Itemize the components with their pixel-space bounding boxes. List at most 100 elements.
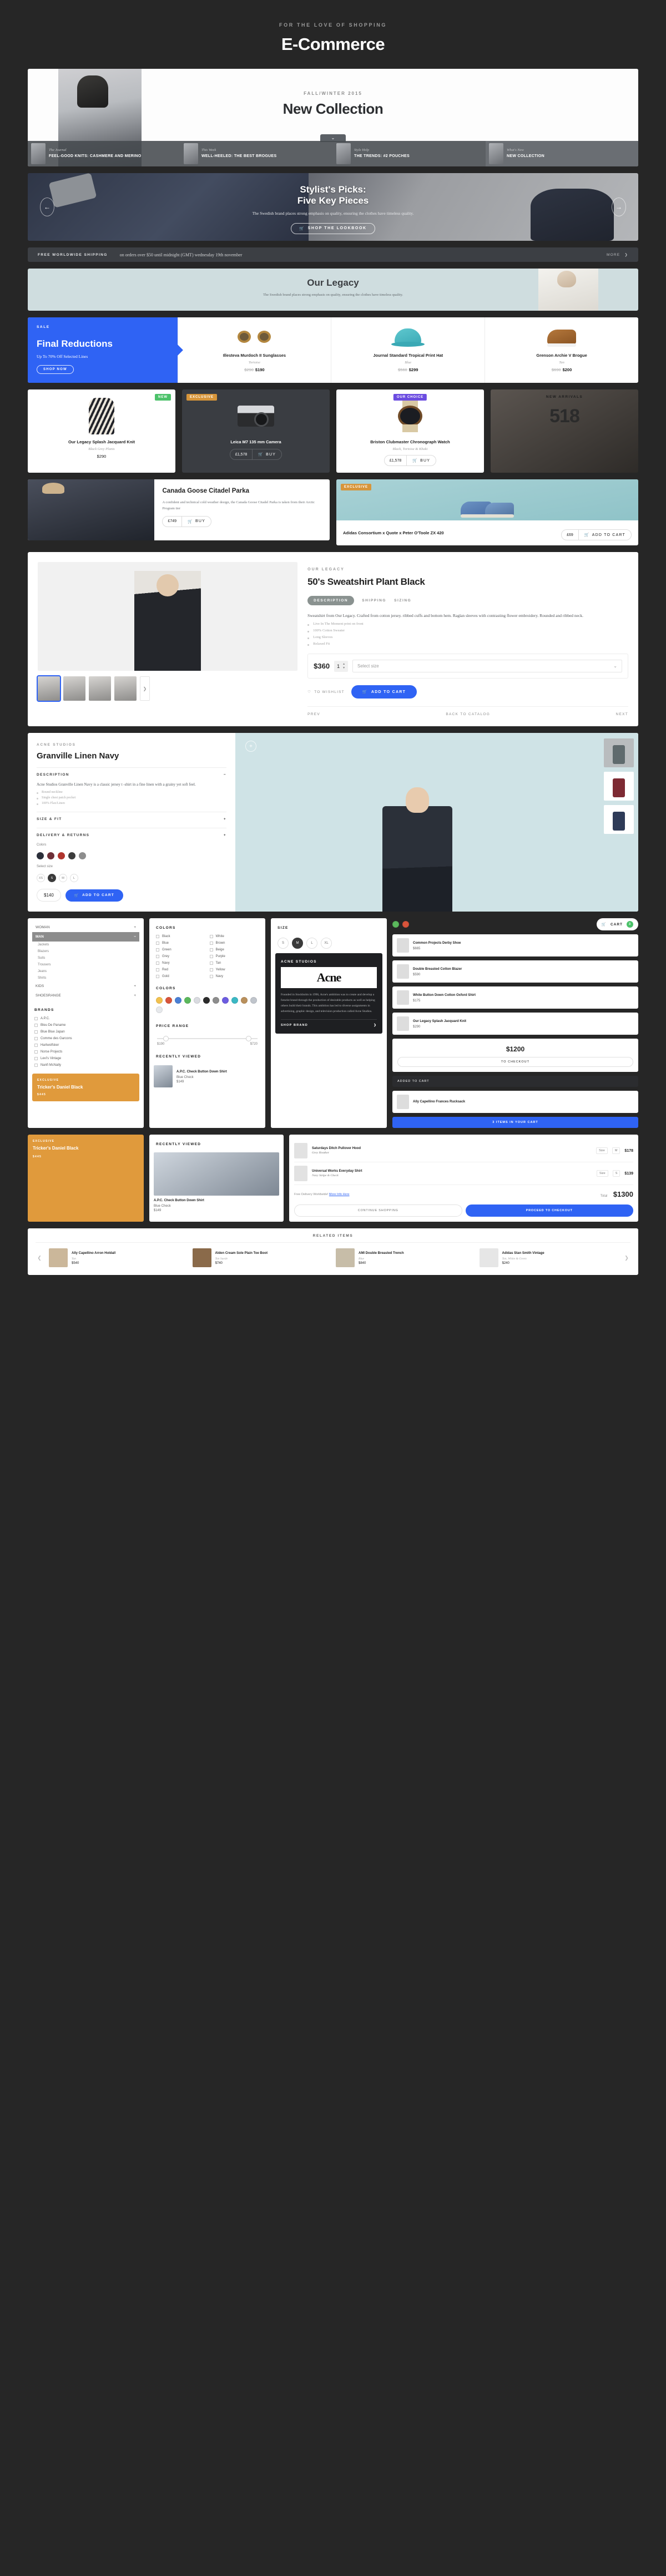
feature-parka-card[interactable]: Canada Goose Citadel Parka A confident a… bbox=[28, 479, 330, 541]
detail-thumb-2[interactable] bbox=[89, 676, 111, 701]
color-check[interactable]: Yellow bbox=[208, 966, 261, 973]
color-check[interactable]: Tan bbox=[208, 960, 261, 966]
cart-mini-item[interactable]: Double Breasted Cotton Blazer $590 bbox=[392, 960, 638, 983]
shop-brand-button[interactable]: SHOP BRAND ❯ bbox=[281, 1019, 377, 1027]
detail2-delivery-header[interactable]: DELIVERY & RETURNS + bbox=[37, 828, 226, 837]
cart-row-size[interactable]: M bbox=[612, 1147, 620, 1155]
detail2-thumb-0[interactable] bbox=[604, 738, 634, 768]
size-select[interactable]: Select size ⌄ bbox=[352, 660, 622, 673]
size-button-s[interactable]: S bbox=[48, 874, 56, 883]
filter-shoes[interactable]: SHOESRANGE + bbox=[32, 991, 139, 1000]
hero-card-0[interactable]: The Journal FEEL-GOOD KNITS: CASHMERE AN… bbox=[28, 141, 180, 166]
brand-check[interactable]: Comme des Garcons bbox=[32, 1035, 139, 1042]
promo-tricker-card[interactable]: EXCLUSIVE Tricker's Daniel Black $445 bbox=[28, 1135, 144, 1222]
cart-button[interactable]: 🛒 CART 3 bbox=[596, 918, 638, 931]
buy-pill[interactable]: £1,578 🛒 BUY bbox=[384, 455, 437, 467]
color-check[interactable]: Grey bbox=[154, 953, 208, 960]
palette-dot[interactable] bbox=[222, 997, 229, 1004]
color-check[interactable]: Black bbox=[154, 933, 208, 940]
promo-card[interactable]: EXCLUSIVE Tricker's Daniel Black $445 bbox=[32, 1074, 139, 1101]
product-card-watch[interactable]: OUR CHOICE Briston Clubmaster Chronograp… bbox=[336, 389, 484, 473]
color-swatch[interactable] bbox=[79, 852, 86, 860]
color-check[interactable]: Navy bbox=[154, 960, 208, 966]
product-card-camera[interactable]: EXCLUSIVE Leica M7 135 mm Camera £1,578 … bbox=[182, 389, 330, 473]
shop-lookbook-button[interactable]: 🛒 SHOP THE LOOKBOOK bbox=[291, 222, 375, 234]
color-swatch[interactable] bbox=[47, 852, 54, 860]
product-card-new-arrivals[interactable]: NEW ARRIVALS 518 bbox=[491, 389, 638, 473]
shipping-more-link[interactable]: MORE ❯ bbox=[607, 252, 628, 257]
related-next-icon[interactable]: ❯ bbox=[623, 1255, 630, 1261]
size-button-s[interactable]: S bbox=[278, 938, 289, 949]
color-check[interactable]: Navy bbox=[208, 973, 261, 980]
hero-card-1[interactable]: This Week WELL-HEELED: THE BEST BROGUES bbox=[180, 141, 333, 166]
size-button-m[interactable]: M bbox=[292, 938, 303, 949]
detail2-description-header[interactable]: DESCRIPTION − bbox=[37, 767, 226, 777]
detail2-thumb-1[interactable] bbox=[604, 772, 634, 801]
prev-product-link[interactable]: PREV bbox=[307, 712, 320, 716]
brand-check[interactable]: Norse Projects bbox=[32, 1049, 139, 1055]
view-cart-button[interactable]: 3 ITEMS IN YOUR CART bbox=[392, 1117, 638, 1128]
filter-man-sub[interactable]: Trousers bbox=[32, 961, 139, 968]
related-item[interactable]: Adidas Stan Smith Vintage Tan, White & G… bbox=[479, 1248, 618, 1268]
detail-main-image[interactable] bbox=[38, 562, 298, 671]
delivery-more-link[interactable]: More Info Here bbox=[329, 1193, 350, 1196]
back-to-catalog-link[interactable]: BACK TO CATALOG bbox=[446, 712, 490, 716]
quantity-stepper[interactable]: 1 ▲ ▼ bbox=[334, 660, 349, 672]
palette-dot[interactable] bbox=[231, 997, 238, 1004]
parka-buy-pill[interactable]: £749 🛒 BUY bbox=[162, 515, 211, 527]
buy-pill[interactable]: £1,578 🛒 BUY bbox=[229, 449, 282, 460]
proceed-to-checkout-button[interactable]: PROCEED TO CHECKOUT bbox=[465, 1205, 633, 1217]
color-check[interactable]: Gold bbox=[154, 973, 208, 980]
size-button-xl[interactable]: XL bbox=[321, 938, 332, 949]
color-check[interactable]: Brown bbox=[208, 940, 261, 947]
sale-product-2[interactable]: Grenson Archie V Brogue Tan $690 $200 bbox=[485, 317, 638, 383]
related-item[interactable]: AMI Double Breasted Trench Blue $840 bbox=[336, 1248, 474, 1268]
palette-dot[interactable] bbox=[156, 997, 163, 1004]
adidas-buy-pill[interactable]: £69 🛒 ADD TO CART bbox=[561, 529, 632, 541]
filter-man[interactable]: MAN − bbox=[32, 932, 139, 942]
color-check[interactable]: Purple bbox=[208, 953, 261, 960]
tab-shipping[interactable]: SHIPPING bbox=[362, 599, 386, 603]
palette-dot[interactable] bbox=[156, 1006, 163, 1014]
cart-mini-item[interactable]: Our Legacy Splash Jacquard Knit $290 bbox=[392, 1013, 638, 1035]
color-check[interactable]: White bbox=[208, 933, 261, 940]
tab-description[interactable]: DESCRIPTION bbox=[307, 595, 355, 605]
price-range-slider[interactable] bbox=[157, 1036, 258, 1042]
filter-man-sub[interactable]: Jeans bbox=[32, 968, 139, 975]
hero-card-2[interactable]: Style Help THE TRENDS: #2 POUCHES bbox=[333, 141, 486, 166]
size-button-m[interactable]: M bbox=[59, 874, 67, 883]
brand-check[interactable]: Bleu De Paname bbox=[32, 1022, 139, 1029]
palette-dot[interactable] bbox=[165, 997, 172, 1004]
filter-man-sub[interactable]: Shirts bbox=[32, 975, 139, 981]
color-swatch[interactable] bbox=[68, 852, 75, 860]
palette-dot[interactable] bbox=[241, 997, 248, 1004]
detail-thumb-0[interactable] bbox=[37, 675, 61, 702]
related-item[interactable]: Alden Cream Sole Plain Toe Boot Tan Sued… bbox=[192, 1248, 331, 1268]
sale-promo-panel[interactable]: SALE Final Reductions Up To 70% Off Sele… bbox=[28, 317, 178, 383]
sale-product-1[interactable]: Journal Standard Tropical Print Hat Blue… bbox=[331, 317, 485, 383]
wishlist-button[interactable]: ♡ TO WISHLIST bbox=[307, 690, 345, 695]
brand-check[interactable]: Hartwolfsker bbox=[32, 1042, 139, 1049]
feature-adidas-card[interactable]: EXCLUSIVE Adidas Consortium x Quote x Pe… bbox=[336, 479, 638, 546]
color-check[interactable]: Blue bbox=[154, 940, 208, 947]
add-to-cart-button[interactable]: 🛒 ADD TO CART bbox=[351, 685, 417, 699]
palette-dot[interactable] bbox=[213, 997, 219, 1004]
brand-check[interactable]: Blue Blue Japan bbox=[32, 1029, 139, 1035]
size-button-l[interactable]: L bbox=[306, 938, 317, 949]
detail2-main-image[interactable]: + bbox=[235, 733, 599, 912]
sale-product-0[interactable]: Illesteva Murdoch II Sunglasses Tortoise… bbox=[177, 317, 331, 383]
color-check[interactable]: Beige bbox=[208, 947, 261, 953]
recent-large-thumb[interactable] bbox=[154, 1152, 279, 1196]
hero-card-3[interactable]: What's New NEW COLLECTION bbox=[486, 141, 638, 166]
detail2-sizefit-header[interactable]: SIZE & FIT + bbox=[37, 812, 226, 821]
palette-dot[interactable] bbox=[184, 997, 191, 1004]
size-button-l[interactable]: L bbox=[70, 874, 78, 883]
palette-dot[interactable] bbox=[250, 997, 257, 1004]
cart-mini-item[interactable]: Common Projects Derby Shoe $665 bbox=[392, 934, 638, 957]
filter-woman[interactable]: WOMAN + bbox=[32, 923, 139, 932]
continue-shopping-button[interactable]: CONTINUE SHOPPING bbox=[294, 1205, 462, 1217]
tab-sizing[interactable]: SIZING bbox=[394, 599, 411, 603]
color-check[interactable]: Green bbox=[154, 947, 208, 953]
brand-check[interactable]: Nanfi McNally bbox=[32, 1062, 139, 1069]
brand-check[interactable]: A.P.C. bbox=[32, 1015, 139, 1022]
